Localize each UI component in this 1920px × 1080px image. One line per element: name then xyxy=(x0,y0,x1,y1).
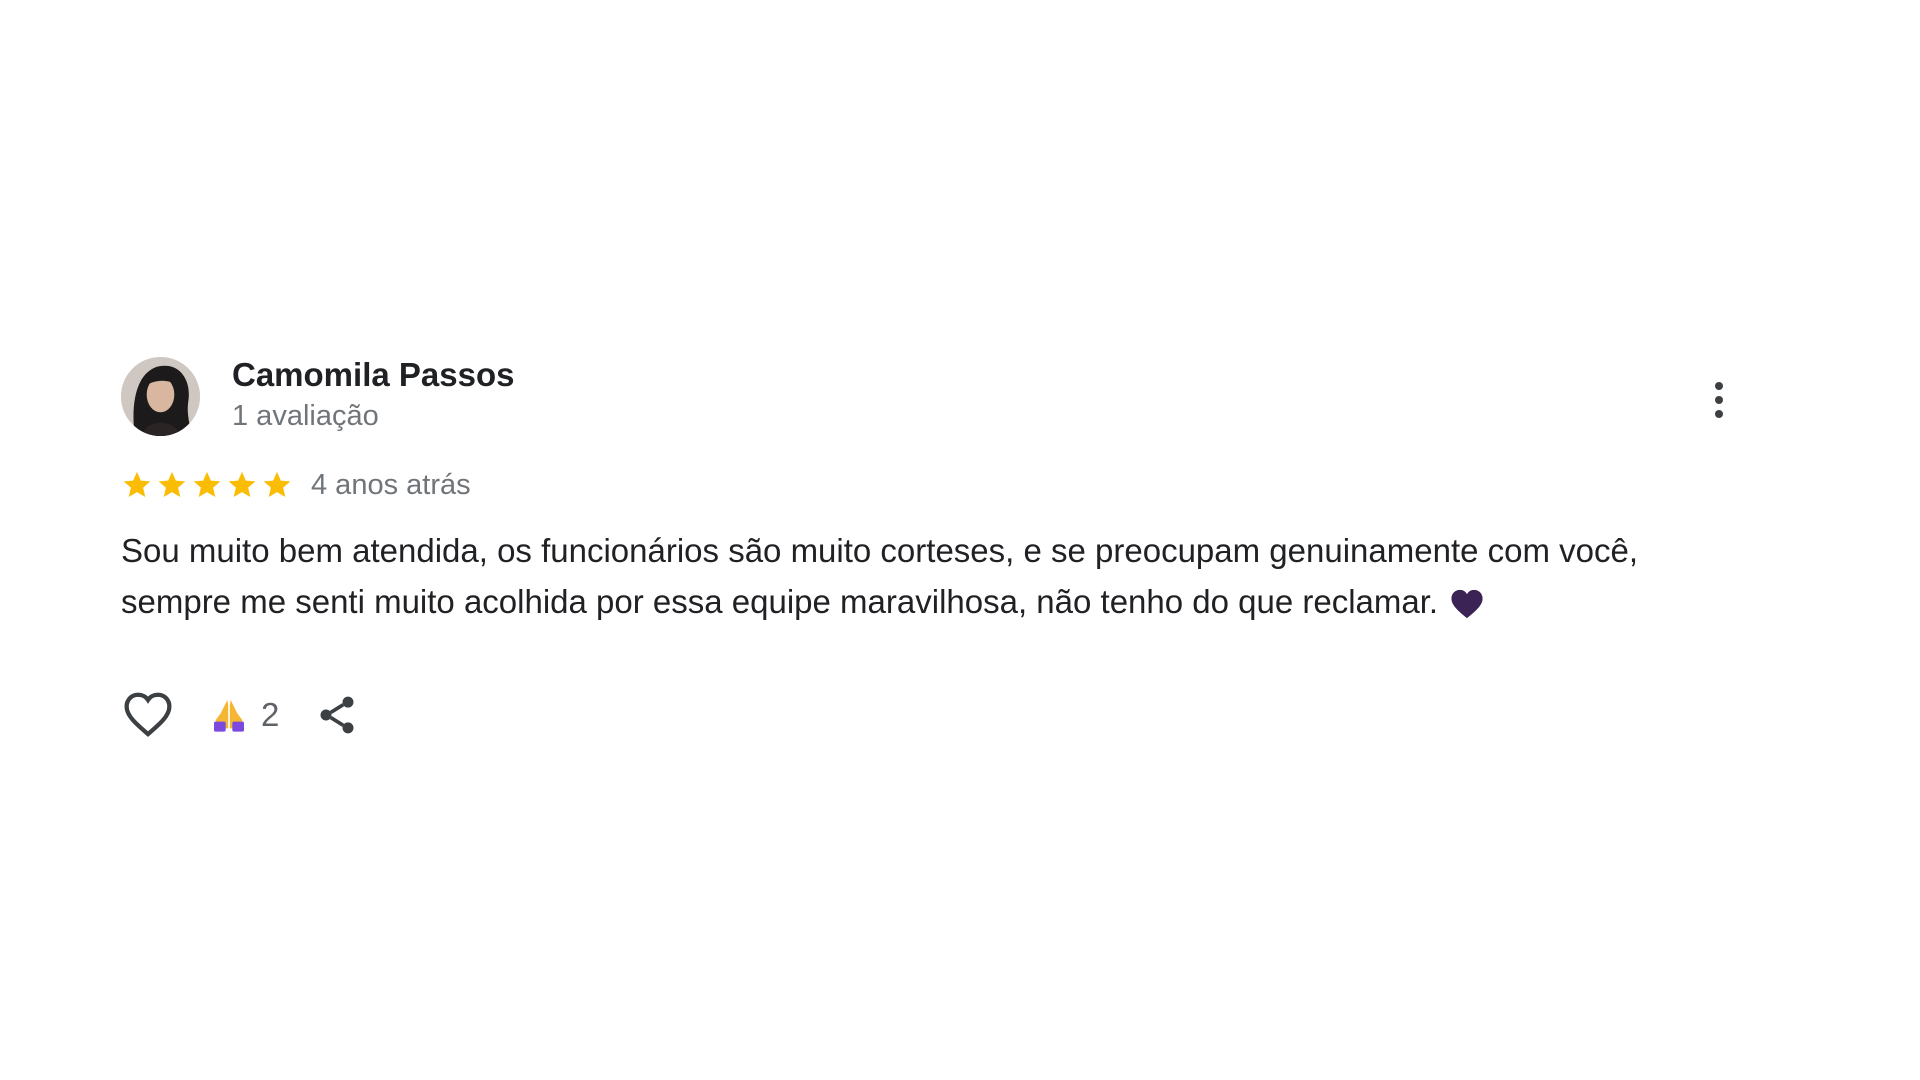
share-button[interactable] xyxy=(315,693,359,737)
reviewer-avatar[interactable] xyxy=(121,357,200,436)
folded-hands-emoji-icon xyxy=(209,695,249,735)
star-icon xyxy=(121,469,153,501)
star-rating xyxy=(121,469,293,501)
star-icon xyxy=(226,469,258,501)
star-icon xyxy=(156,469,188,501)
review-date: 4 anos atrás xyxy=(311,468,471,501)
review-actions: 2 xyxy=(121,687,359,743)
reviewer-review-count[interactable]: 1 avaliação xyxy=(232,397,379,435)
rating-row: 4 anos atrás xyxy=(121,465,471,505)
review-card: Camomila Passos 1 avaliação 4 anos atrás… xyxy=(121,353,1761,753)
share-icon xyxy=(320,696,354,734)
more-vert-icon-dot xyxy=(1715,396,1723,404)
reaction-count: 2 xyxy=(261,696,280,733)
reaction-button[interactable]: 2 xyxy=(209,695,279,735)
heart-outline-icon xyxy=(124,692,172,737)
more-options-button[interactable] xyxy=(1704,375,1734,425)
more-vert-icon-dot xyxy=(1715,382,1723,390)
review-text: Sou muito bem atendida, os funcionários … xyxy=(121,525,1761,627)
star-icon xyxy=(261,469,293,501)
review-text-line: sempre me senti muito acolhida por essa … xyxy=(121,583,1439,620)
review-text-line-2: sempre me senti muito acolhida por essa … xyxy=(121,576,1761,627)
review-text-line: Sou muito bem atendida, os funcionários … xyxy=(121,532,1639,569)
reviewer-name[interactable]: Camomila Passos xyxy=(232,353,514,397)
like-button[interactable] xyxy=(121,688,175,742)
black-heart-emoji-icon xyxy=(1450,588,1484,620)
more-vert-icon-dot xyxy=(1715,410,1723,418)
avatar-photo xyxy=(121,357,200,436)
star-icon xyxy=(191,469,223,501)
